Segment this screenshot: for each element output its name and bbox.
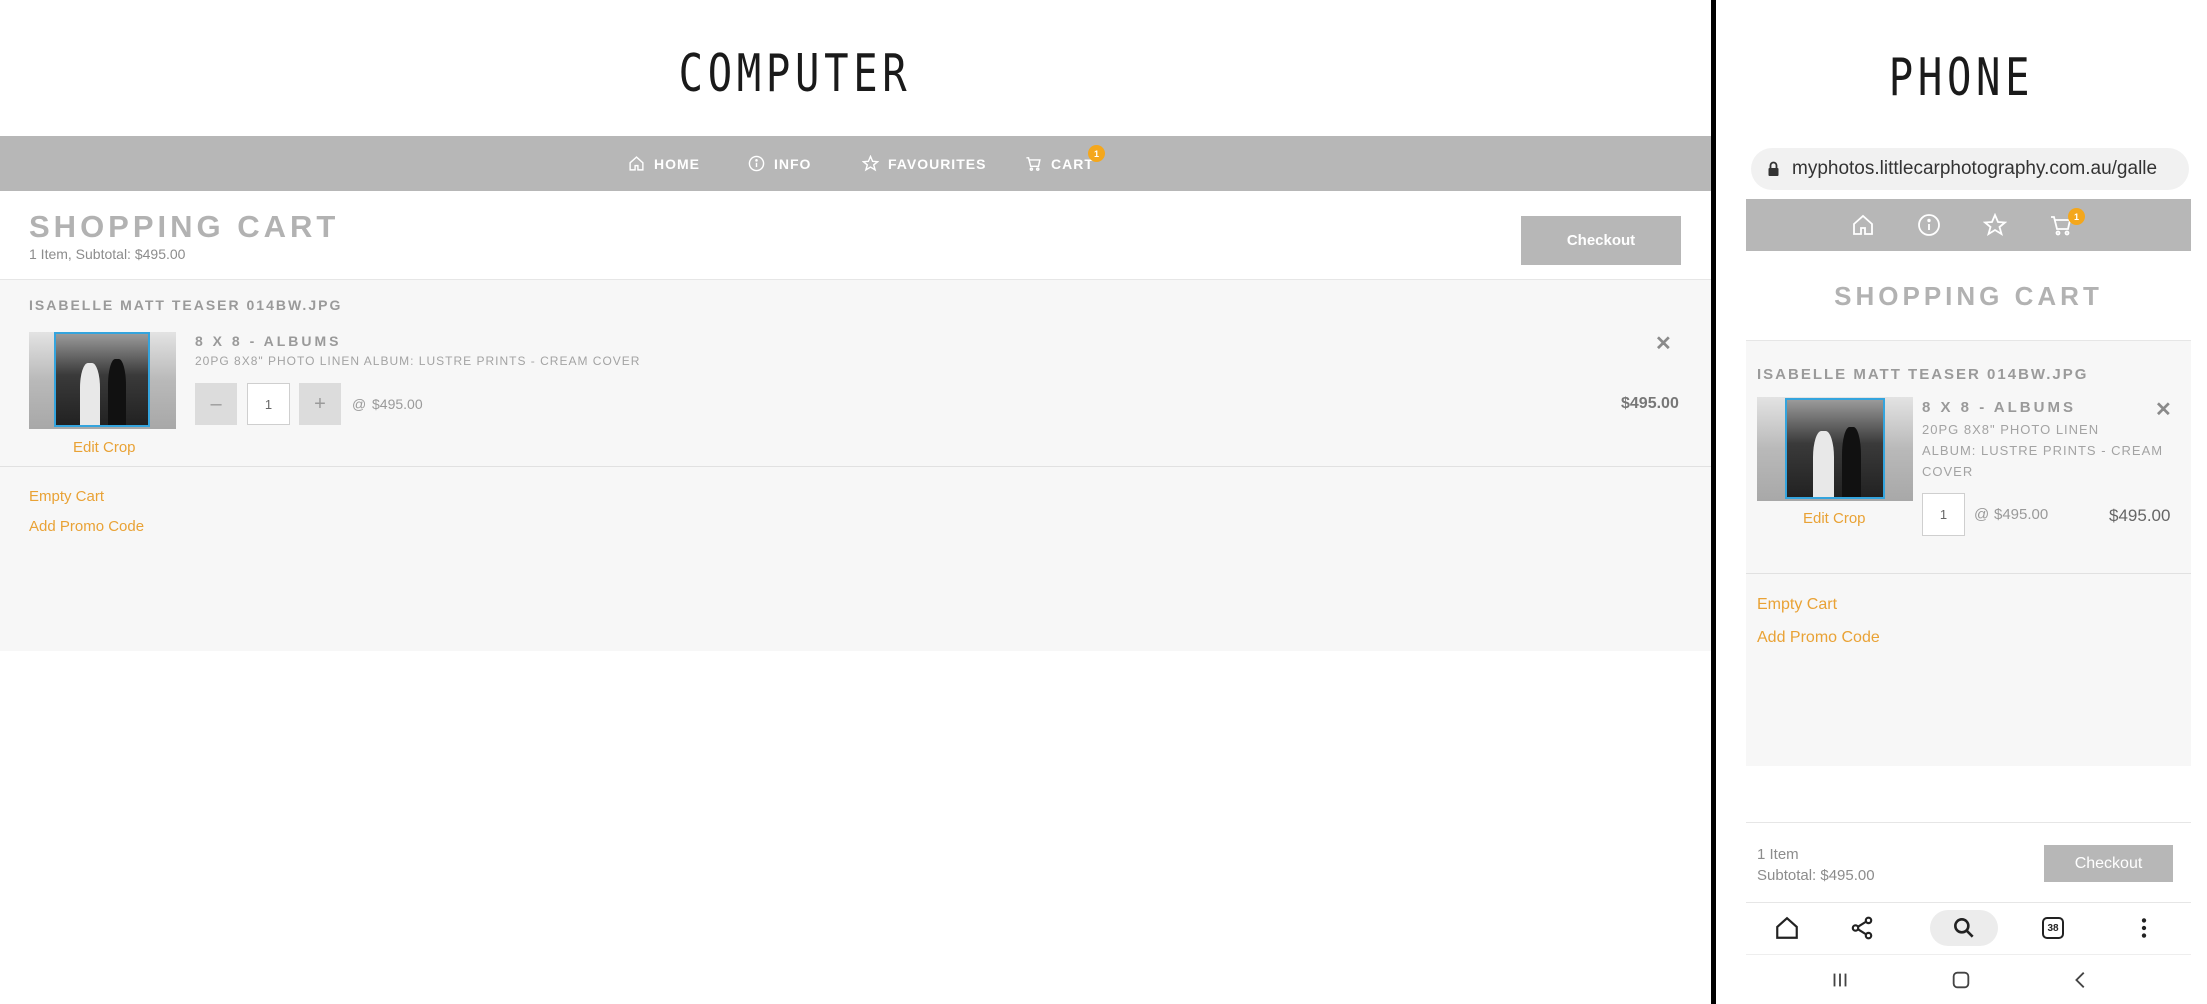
subtotal: Subtotal: $495.00 <box>1757 867 1875 884</box>
item-thumbnail[interactable] <box>1757 397 1913 501</box>
nav-home-label: HOME <box>654 155 700 172</box>
recent-apps-icon[interactable] <box>1829 969 1851 991</box>
product-description-line: COVER <box>1922 464 1974 479</box>
quantity-input[interactable] <box>247 383 290 425</box>
star-icon[interactable] <box>1983 213 2007 237</box>
phone-view: PHONE myphotos.littlecarphotography.com.… <box>1716 0 2207 1004</box>
cart-summary: 1 Item, Subtotal: $495.00 <box>29 246 186 262</box>
line-total: $495.00 <box>2109 506 2171 525</box>
page-title: SHOPPING CART <box>29 209 340 244</box>
nav-home[interactable]: HOME <box>628 136 700 191</box>
phone-cart-section: SHOPPING CART ISABELLE MATT TEASER 014BW… <box>1746 251 2191 766</box>
nav-info[interactable]: INFO <box>748 136 811 191</box>
product-description-line: 20PG 8X8" PHOTO LINEN <box>1922 422 2100 437</box>
lock-icon <box>1768 161 1779 176</box>
more-options-icon[interactable] <box>2131 915 2157 941</box>
tabs-icon[interactable]: 38 <box>2042 917 2064 939</box>
product-description: 20PG 8X8" PHOTO LINEN ALBUM: LUSTRE PRIN… <box>1922 419 2163 482</box>
unit-price: $495.00 <box>1994 506 2049 523</box>
crop-frame <box>54 332 150 427</box>
product-title: 8 X 8 - ALBUMS <box>1922 399 2076 416</box>
phone-cart-header: SHOPPING CART <box>1746 251 2191 341</box>
remove-item-icon[interactable]: ✕ <box>1655 331 1672 356</box>
browser-toolbar: 38 <box>1746 902 2191 954</box>
at-symbol: @ <box>1974 506 1990 523</box>
empty-cart-link[interactable]: Empty Cart <box>1757 596 1837 614</box>
crop-frame <box>1785 398 1885 499</box>
info-icon[interactable] <box>1917 213 1941 237</box>
nav-info-label: INFO <box>774 155 812 172</box>
quantity-input[interactable] <box>1922 493 1965 536</box>
nav-cart-label: CART <box>1051 155 1094 172</box>
phone-navbar: 1 <box>1746 199 2191 251</box>
top-navbar: HOME INFO FAVOURITES CART 1 <box>0 136 1711 191</box>
nav-favourites-label: FAVOURITES <box>888 155 987 172</box>
nav-cart[interactable]: CART <box>1025 136 1094 191</box>
computer-view: COMPUTER HOME INFO FAVOURITES CART 1 SHO… <box>0 0 1711 1004</box>
computer-label: COMPUTER <box>678 44 912 104</box>
cart-icon <box>1026 157 1041 171</box>
cart-header: SHOPPING CART 1 Item, Subtotal: $495.00 … <box>0 191 1711 280</box>
url-text: myphotos.littlecarphotography.com.au/gal… <box>1792 158 2158 179</box>
checkout-button[interactable]: Checkout <box>1521 216 1681 265</box>
star-icon <box>862 155 879 172</box>
item-count: 1 Item <box>1757 846 1799 863</box>
product-title: 8 X 8 - ALBUMS <box>195 333 342 349</box>
item-file-name: ISABELLE MATT TEASER 014BW.JPG <box>29 297 343 313</box>
item-thumbnail[interactable] <box>29 332 176 429</box>
home-icon[interactable] <box>1851 213 1875 237</box>
edit-crop-link[interactable]: Edit Crop <box>73 439 136 456</box>
at-symbol: @ <box>352 396 367 412</box>
add-promo-code-link[interactable]: Add Promo Code <box>1757 629 1880 647</box>
back-icon[interactable] <box>2070 969 2092 991</box>
info-icon <box>748 155 765 172</box>
home-icon <box>629 156 644 171</box>
remove-item-icon[interactable]: ✕ <box>2155 397 2172 422</box>
nav-favourites[interactable]: FAVOURITES <box>862 136 986 191</box>
phone-label: PHONE <box>1888 48 2035 108</box>
product-description: 20PG 8X8" PHOTO LINEN ALBUM: LUSTRE PRIN… <box>195 354 641 368</box>
empty-cart-link[interactable]: Empty Cart <box>29 488 104 505</box>
add-promo-code-link[interactable]: Add Promo Code <box>29 518 144 535</box>
cart-count-badge: 1 <box>2068 208 2085 225</box>
page-title: SHOPPING CART <box>1834 281 2103 311</box>
quantity-increase-button[interactable]: + <box>299 383 341 425</box>
home-icon[interactable] <box>1774 915 1800 941</box>
cart-count-badge: 1 <box>1088 145 1105 162</box>
search-icon[interactable] <box>1951 915 1977 941</box>
checkout-button[interactable]: Checkout <box>2044 845 2173 882</box>
item-file-name: ISABELLE MATT TEASER 014BW.JPG <box>1757 366 2089 383</box>
divider <box>0 466 1711 467</box>
edit-crop-link[interactable]: Edit Crop <box>1803 510 1866 527</box>
address-bar[interactable]: myphotos.littlecarphotography.com.au/gal… <box>1751 148 2189 190</box>
unit-price: $495.00 <box>372 396 423 412</box>
home-button-icon[interactable] <box>1950 969 1972 991</box>
divider <box>1746 573 2191 574</box>
phone-cart-footer: 1 Item Subtotal: $495.00 Checkout <box>1746 822 2191 902</box>
line-total: $495.00 <box>1621 395 1679 412</box>
quantity-decrease-button[interactable]: – <box>195 383 237 425</box>
share-icon[interactable] <box>1849 915 1875 941</box>
system-navigation-bar <box>1746 954 2191 1004</box>
product-description-line: ALBUM: LUSTRE PRINTS - CREAM <box>1922 443 2164 458</box>
shopping-cart-section: SHOPPING CART 1 Item, Subtotal: $495.00 … <box>0 191 1711 651</box>
